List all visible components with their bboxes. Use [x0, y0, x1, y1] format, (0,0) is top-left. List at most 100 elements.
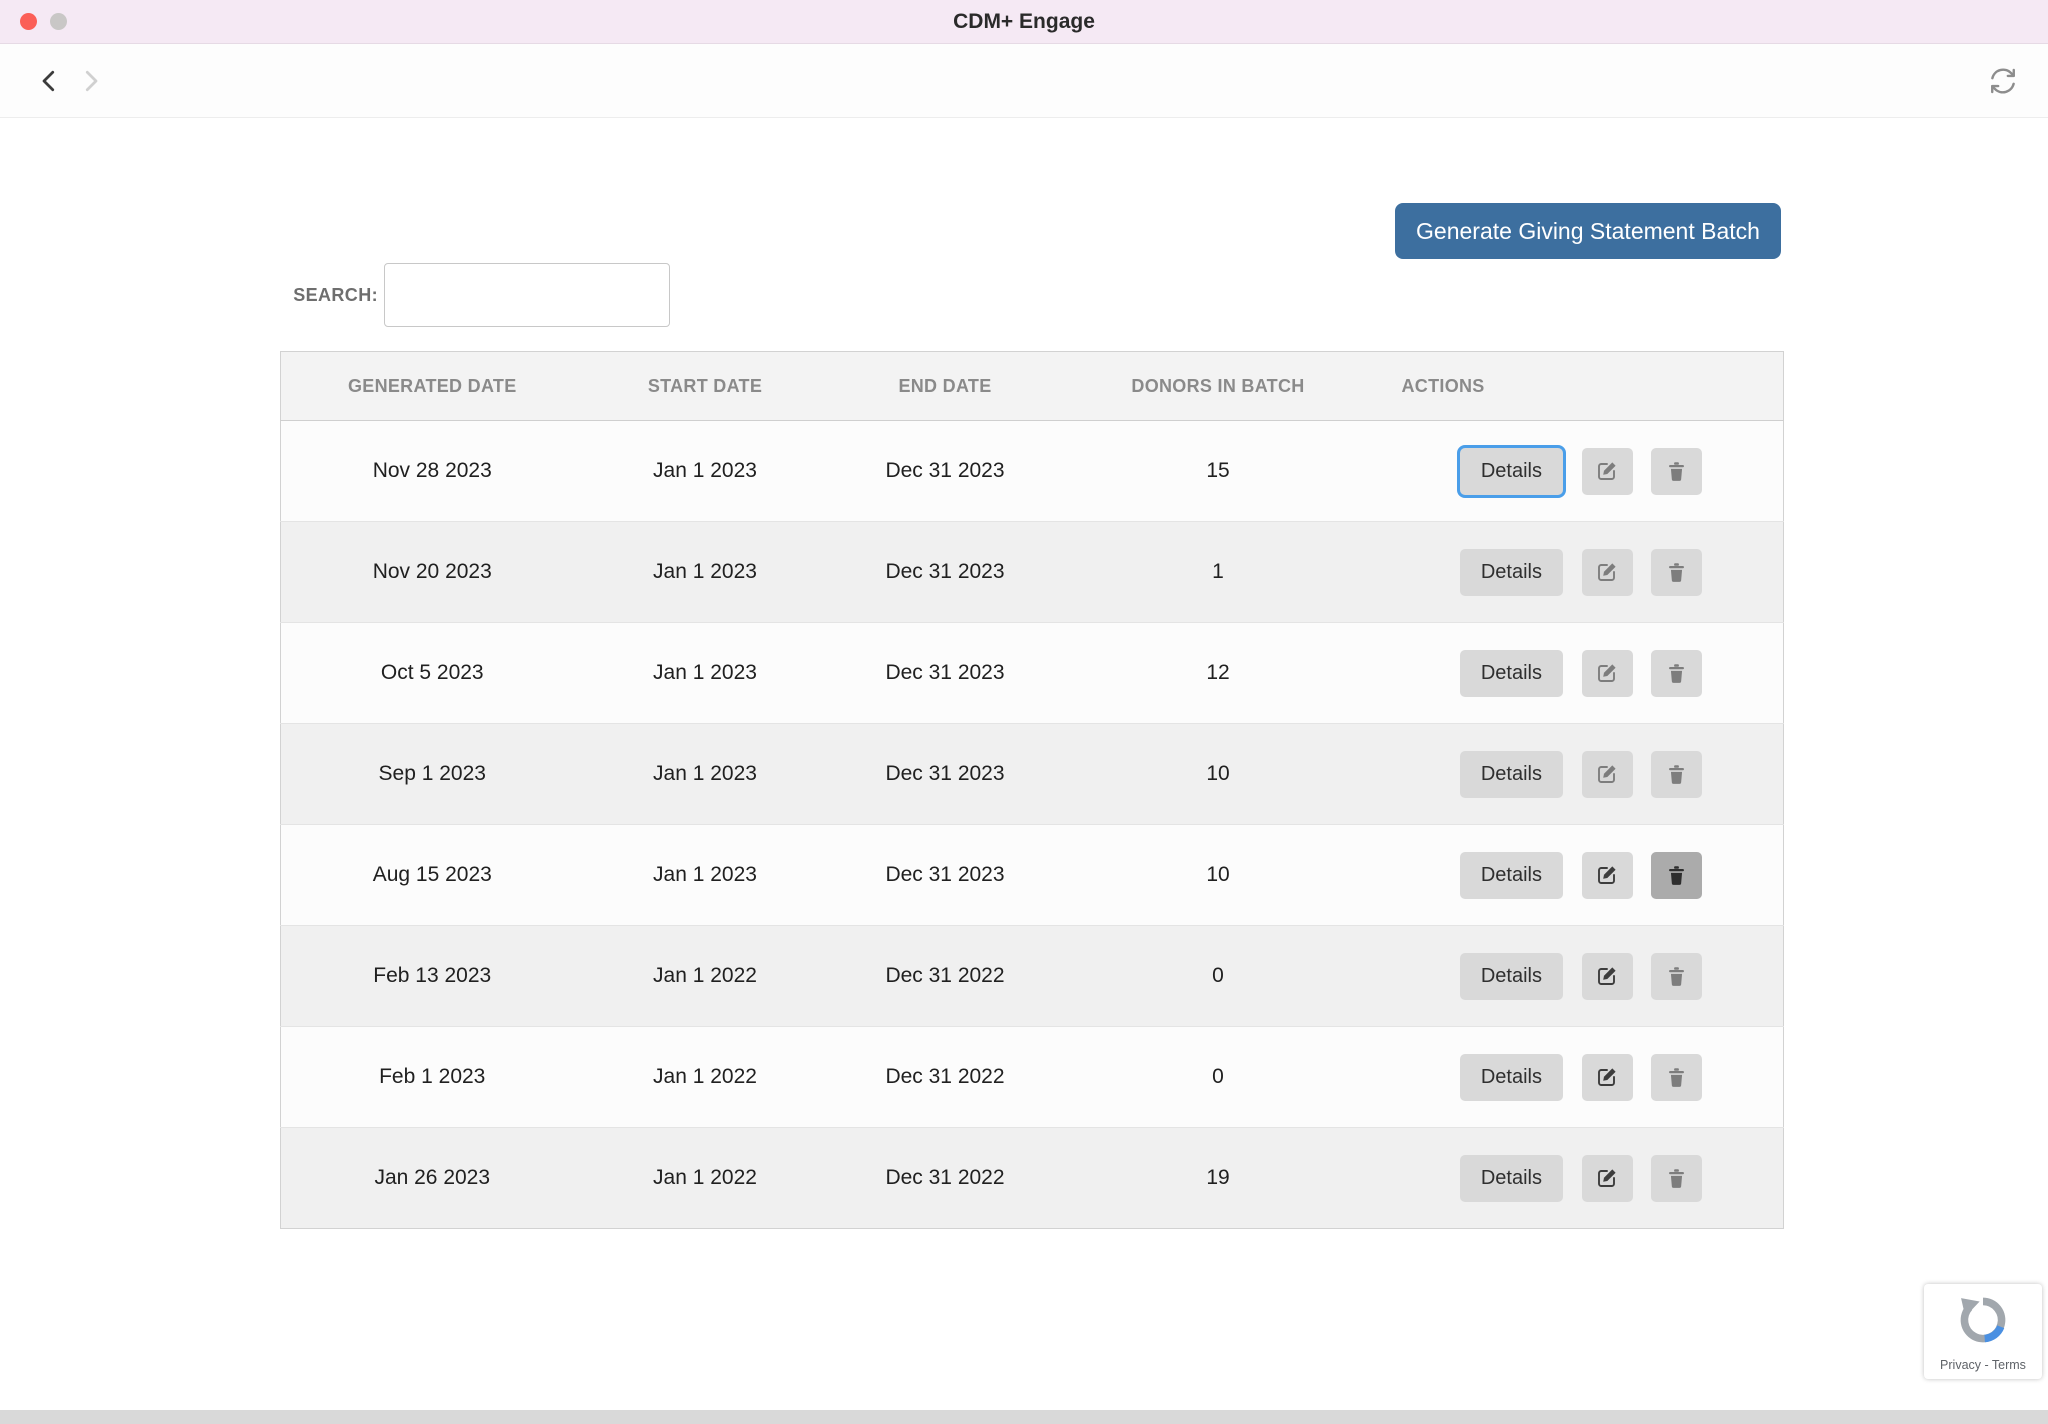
- generated-date-cell: Jan 26 2023: [281, 1128, 584, 1229]
- details-button[interactable]: Details: [1460, 1054, 1563, 1101]
- donors-in-batch-cell: 19: [1064, 1128, 1373, 1229]
- donors-in-batch-cell: 10: [1064, 724, 1373, 825]
- chevron-right-icon: [76, 66, 106, 96]
- search-label: SEARCH:: [286, 263, 378, 327]
- trash-icon: [1665, 561, 1688, 584]
- delete-button[interactable]: [1651, 953, 1702, 1000]
- trash-icon: [1665, 460, 1688, 483]
- details-button[interactable]: Details: [1460, 448, 1563, 495]
- column-header-actions: ACTIONS: [1373, 352, 1784, 421]
- delete-button[interactable]: [1651, 650, 1702, 697]
- trash-icon: [1665, 662, 1688, 685]
- generated-date-cell: Feb 13 2023: [281, 926, 584, 1027]
- back-button[interactable]: [34, 66, 64, 96]
- trash-icon: [1665, 1066, 1688, 1089]
- generated-date-cell: Oct 5 2023: [281, 623, 584, 724]
- column-header-start-date: START DATE: [584, 352, 827, 421]
- trash-icon: [1665, 864, 1688, 887]
- table-header-row: GENERATED DATE START DATE END DATE DONOR…: [281, 352, 1784, 421]
- giving-statement-batch-table: GENERATED DATE START DATE END DATE DONOR…: [280, 351, 1784, 1229]
- start-date-cell: Jan 1 2023: [584, 522, 827, 623]
- window-controls: [20, 0, 67, 43]
- recaptcha-badge[interactable]: Privacy - Terms: [1924, 1284, 2042, 1379]
- trash-icon: [1665, 763, 1688, 786]
- details-button[interactable]: Details: [1460, 549, 1563, 596]
- trash-icon: [1665, 965, 1688, 988]
- details-button[interactable]: Details: [1460, 650, 1563, 697]
- start-date-cell: Jan 1 2022: [584, 926, 827, 1027]
- end-date-cell: Dec 31 2023: [827, 825, 1064, 926]
- actions-cell: Details: [1373, 522, 1784, 623]
- details-button[interactable]: Details: [1460, 1155, 1563, 1202]
- edit-button[interactable]: [1582, 650, 1633, 697]
- column-header-end-date: END DATE: [827, 352, 1064, 421]
- edit-button[interactable]: [1582, 953, 1633, 1000]
- start-date-cell: Jan 1 2023: [584, 724, 827, 825]
- edit-icon: [1595, 964, 1619, 988]
- edit-icon: [1595, 863, 1619, 887]
- delete-button[interactable]: [1651, 448, 1702, 495]
- edit-button[interactable]: [1582, 751, 1633, 798]
- table-row: Jan 26 2023 Jan 1 2022 Dec 31 2022 19 De…: [281, 1128, 1784, 1229]
- edit-icon: [1595, 560, 1619, 584]
- table-row: Feb 13 2023 Jan 1 2022 Dec 31 2022 0 Det…: [281, 926, 1784, 1027]
- details-button[interactable]: Details: [1460, 852, 1563, 899]
- edit-button[interactable]: [1582, 852, 1633, 899]
- donors-in-batch-cell: 0: [1064, 926, 1373, 1027]
- generated-date-cell: Nov 28 2023: [281, 421, 584, 522]
- search-input[interactable]: [384, 263, 670, 327]
- delete-button[interactable]: [1651, 1155, 1702, 1202]
- table-row: Oct 5 2023 Jan 1 2023 Dec 31 2023 12 Det…: [281, 623, 1784, 724]
- edit-icon: [1595, 1166, 1619, 1190]
- details-button[interactable]: Details: [1460, 751, 1563, 798]
- donors-in-batch-cell: 0: [1064, 1027, 1373, 1128]
- end-date-cell: Dec 31 2023: [827, 522, 1064, 623]
- column-header-donors-in-batch: DONORS IN BATCH: [1064, 352, 1373, 421]
- generated-date-cell: Sep 1 2023: [281, 724, 584, 825]
- app-window: CDM+ Engage Generate Giving Statement Ba…: [0, 0, 2048, 1424]
- end-date-cell: Dec 31 2023: [827, 623, 1064, 724]
- bottom-strip: [0, 1410, 2048, 1424]
- generated-date-cell: Nov 20 2023: [281, 522, 584, 623]
- refresh-icon: [1986, 64, 2020, 98]
- donors-in-batch-cell: 1: [1064, 522, 1373, 623]
- donors-in-batch-cell: 15: [1064, 421, 1373, 522]
- delete-button[interactable]: [1651, 549, 1702, 596]
- titlebar: CDM+ Engage: [0, 0, 2048, 44]
- chevron-left-icon: [34, 66, 64, 96]
- refresh-button[interactable]: [1986, 64, 2020, 98]
- table-row: Aug 15 2023 Jan 1 2023 Dec 31 2023 10 De…: [281, 825, 1784, 926]
- table-row: Nov 28 2023 Jan 1 2023 Dec 31 2023 15 De…: [281, 421, 1784, 522]
- end-date-cell: Dec 31 2023: [827, 421, 1064, 522]
- recaptcha-links[interactable]: Privacy - Terms: [1940, 1358, 2026, 1372]
- start-date-cell: Jan 1 2022: [584, 1128, 827, 1229]
- actions-cell: Details: [1373, 421, 1784, 522]
- edit-icon: [1595, 762, 1619, 786]
- table-body: Nov 28 2023 Jan 1 2023 Dec 31 2023 15 De…: [281, 421, 1784, 1229]
- column-header-generated-date: GENERATED DATE: [281, 352, 584, 421]
- end-date-cell: Dec 31 2023: [827, 724, 1064, 825]
- minimize-button[interactable]: [50, 13, 67, 30]
- start-date-cell: Jan 1 2023: [584, 421, 827, 522]
- main-content: Generate Giving Statement Batch SEARCH: …: [0, 119, 2048, 1410]
- close-button[interactable]: [20, 13, 37, 30]
- edit-button[interactable]: [1582, 448, 1633, 495]
- edit-button[interactable]: [1582, 1054, 1633, 1101]
- delete-button[interactable]: [1651, 1054, 1702, 1101]
- donors-in-batch-cell: 12: [1064, 623, 1373, 724]
- donors-in-batch-cell: 10: [1064, 825, 1373, 926]
- actions-cell: Details: [1373, 926, 1784, 1027]
- details-button[interactable]: Details: [1460, 953, 1563, 1000]
- end-date-cell: Dec 31 2022: [827, 1027, 1064, 1128]
- generated-date-cell: Aug 15 2023: [281, 825, 584, 926]
- start-date-cell: Jan 1 2023: [584, 623, 827, 724]
- forward-button[interactable]: [76, 66, 106, 96]
- toolbar: [0, 44, 2048, 118]
- generate-batch-button[interactable]: Generate Giving Statement Batch: [1395, 203, 1781, 259]
- delete-button[interactable]: [1651, 852, 1702, 899]
- edit-button[interactable]: [1582, 1155, 1633, 1202]
- edit-button[interactable]: [1582, 549, 1633, 596]
- edit-icon: [1595, 661, 1619, 685]
- start-date-cell: Jan 1 2022: [584, 1027, 827, 1128]
- delete-button[interactable]: [1651, 751, 1702, 798]
